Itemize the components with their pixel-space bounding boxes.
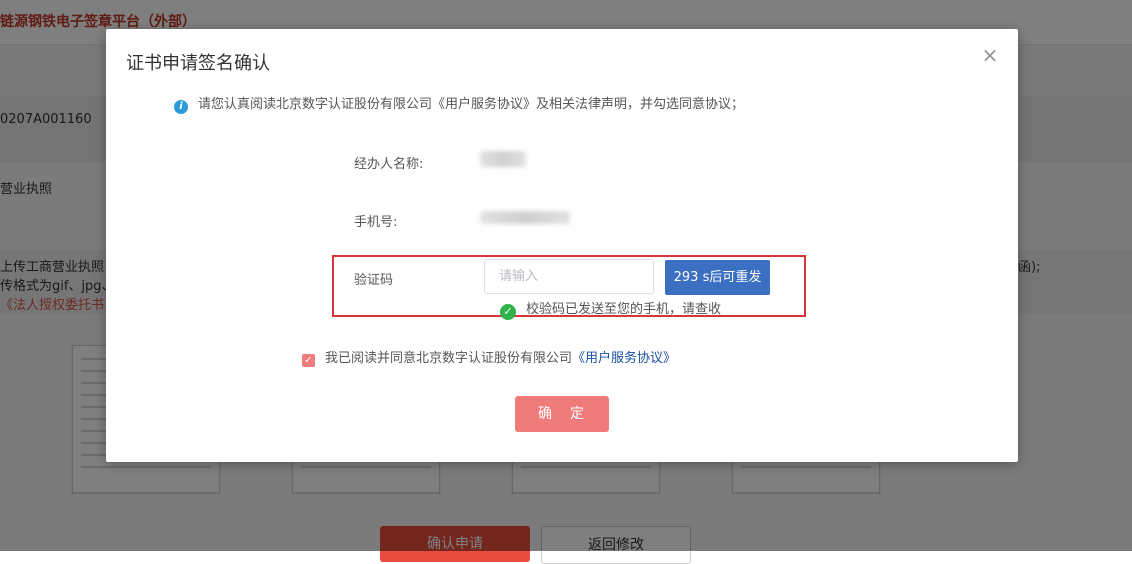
notice-text: 请您认真阅读北京数字认证股份有限公司《用户服务协议》及相关法律声明，并勾选同意协… <box>198 97 745 112</box>
service-agreement-link[interactable]: 《用户服务协议》 <box>572 351 676 366</box>
verification-code-label: 验证码 <box>354 273 394 288</box>
handler-name-value-redacted <box>480 151 526 167</box>
agree-text: 我已阅读并同意北京数字认证股份有限公司 <box>325 351 573 366</box>
agree-checkbox[interactable]: ✓ <box>302 354 315 367</box>
verification-code-input[interactable] <box>484 259 654 294</box>
phone-label: 手机号: <box>354 215 398 230</box>
code-sent-text: 校验码已发送至您的手机，请查收 <box>526 302 722 317</box>
agreement-notice: i 请您认真阅读北京数字认证股份有限公司《用户服务协议》及相关法律声明，并勾选同意… <box>174 93 744 114</box>
info-icon: i <box>174 100 188 114</box>
dialog-title: 证书申请签名确认 <box>126 53 270 74</box>
signature-confirm-dialog: 证书申请签名确认 × i 请您认真阅读北京数字认证股份有限公司《用户服务协议》及相… <box>106 29 1018 462</box>
code-sent-message: ✓ 校验码已发送至您的手机，请查收 <box>500 298 721 320</box>
confirm-button[interactable]: 确 定 <box>515 396 609 432</box>
check-circle-icon: ✓ <box>500 304 516 320</box>
agreement-row: ✓ 我已阅读并同意北京数字认证股份有限公司《用户服务协议》 <box>302 347 676 367</box>
close-icon[interactable]: × <box>978 43 1002 67</box>
handler-name-label: 经办人名称: <box>354 157 424 172</box>
phone-value-redacted <box>480 211 570 224</box>
resend-code-button[interactable]: 293 s后可重发 <box>665 260 770 295</box>
